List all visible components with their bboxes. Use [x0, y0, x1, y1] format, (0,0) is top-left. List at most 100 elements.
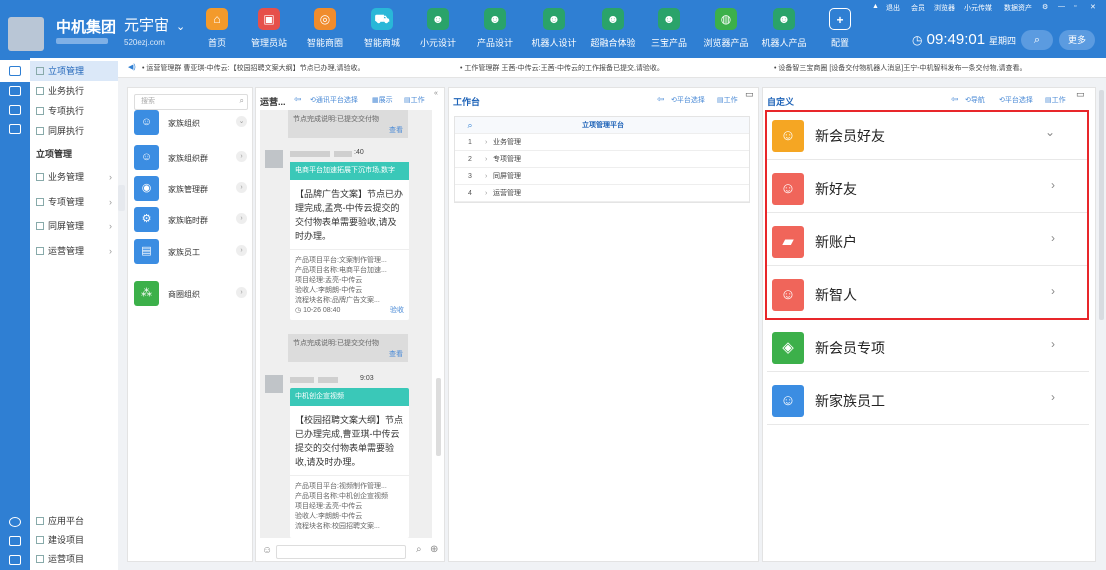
menu-item-screen-mgmt[interactable]: 同屏管理 › [30, 216, 118, 236]
chevron-right-icon[interactable]: › [1051, 390, 1055, 404]
menu-item-build-project[interactable]: 建设项目 [30, 530, 118, 550]
chat-input[interactable] [276, 545, 406, 559]
avatar[interactable] [265, 150, 283, 168]
nav-button[interactable]: ⟲导航 [965, 95, 985, 105]
screen-share-icon[interactable] [9, 124, 21, 134]
platform-select-button[interactable]: ⟲平台选择 [999, 95, 1033, 105]
logout-link[interactable]: 退出 [886, 3, 900, 13]
work-button[interactable]: ▤工作 [404, 95, 425, 105]
back-icon[interactable]: ⇦ [294, 94, 302, 105]
menu-item-ops-mgmt[interactable]: 运营管理 › [30, 241, 118, 261]
monitor-icon[interactable] [9, 105, 21, 115]
close-icon[interactable]: ✕ [1090, 3, 1096, 11]
message-card[interactable]: 电商平台加速拓展下沉市场,数字 【品牌广告文案】节点已办理完成,孟亮-中传云提交… [290, 162, 409, 320]
nav-8[interactable]: ☻ 三宝产品 [641, 8, 697, 49]
nav-0[interactable]: ⌂ 首页 [189, 8, 245, 49]
table-row[interactable]: 4 › 运营管理 [455, 185, 749, 202]
chevron-right-icon[interactable]: › [1051, 284, 1055, 298]
chevron-right-icon[interactable]: › [485, 168, 487, 185]
chevron-down-icon[interactable]: ⌄ [176, 20, 185, 33]
table-row[interactable]: 2 › 专项管理 [455, 151, 749, 168]
brand-name[interactable]: 元宇宙 [124, 14, 169, 35]
chevron-right-icon[interactable]: › [236, 245, 247, 256]
nav-5[interactable]: ☻ 产品设计 [467, 8, 523, 49]
chevron-right-icon[interactable]: › [485, 151, 487, 168]
view-link[interactable]: 查看 [389, 125, 403, 135]
nav-7[interactable]: ☻ 超融合体验 [585, 8, 641, 49]
menu-item-business-mgmt[interactable]: 业务管理 › [30, 167, 118, 187]
menu-item-screen-exec[interactable]: 同屏执行 [30, 121, 118, 141]
chat-scrollbar[interactable] [436, 378, 441, 456]
menu-item-business-exec[interactable]: 业务执行 [30, 81, 118, 101]
chevron-right-icon[interactable]: › [485, 134, 487, 151]
nav-4[interactable]: ☻ 小元设计 [410, 8, 466, 49]
custom-card[interactable]: ▰ 新账户 › [767, 216, 1089, 266]
custom-card[interactable]: ☺ 新智人 › [767, 269, 1089, 319]
family-item[interactable]: ⁂ 商圈组织 › [134, 281, 250, 311]
table-row[interactable]: 3 › 同屏管理 [455, 168, 749, 185]
operations-icon[interactable] [9, 555, 21, 565]
minimize-icon[interactable]: — [1058, 3, 1065, 10]
search-button[interactable]: ⌕ [1021, 30, 1053, 50]
collapse-icon[interactable]: « [434, 90, 438, 97]
custom-card[interactable]: ☺ 新会员好友 ⌄ [767, 110, 1089, 160]
maximize-icon[interactable]: ▭ [745, 89, 754, 100]
message-card[interactable]: 中机创企宣视频 【校园招聘文案大纲】节点已办理完成,曹亚琪-中传云提交的交付物表… [290, 388, 409, 538]
chevron-right-icon[interactable]: › [1051, 178, 1055, 192]
display-button[interactable]: ▦展示 [372, 95, 393, 105]
nav-6[interactable]: ☻ 机器人设计 [526, 8, 582, 49]
menu-item-special-mgmt[interactable]: 专项管理 › [30, 192, 118, 212]
accept-link[interactable]: 验收 [390, 306, 404, 316]
page-scrollbar[interactable] [1099, 90, 1104, 320]
app-platform-icon[interactable] [9, 517, 21, 527]
settings-icon[interactable]: ⚙ [1042, 3, 1048, 11]
ticker-item[interactable]: • 设备智三宝商圈 [设备交付物机器人消息]王宁-中机智科发布一条交付物,请查看… [774, 63, 1027, 73]
nav-11[interactable]: + 配置 [812, 8, 868, 49]
platform-select-button[interactable]: ⟲通讯平台选择 [310, 95, 358, 105]
restore-icon[interactable]: ▫ [1074, 3, 1076, 10]
group-avatar[interactable] [8, 17, 44, 51]
chevron-right-icon[interactable]: › [485, 185, 487, 202]
building-icon[interactable] [9, 536, 21, 546]
emoji-icon[interactable]: ☺ [262, 545, 272, 556]
nav-1[interactable]: ▣ 管理员站 [241, 8, 297, 49]
nav-3[interactable]: ⛟ 智能商城 [354, 8, 410, 49]
family-item[interactable]: ⚙ 家族临时群 › [134, 207, 250, 237]
browser-link[interactable]: 浏览器 [934, 3, 955, 13]
search-icon[interactable]: ⌕ [416, 544, 422, 555]
menu-item-ops-project[interactable]: 运营项目 [30, 549, 118, 569]
bell-icon[interactable]: ▲ [872, 3, 879, 10]
family-item[interactable]: ☺ 家族组织群 › [134, 145, 250, 175]
menu-item-special-exec[interactable]: 专项执行 [30, 101, 118, 121]
view-link[interactable]: 查看 [389, 349, 403, 359]
table-row[interactable]: 1 › 业务管理 [455, 134, 749, 151]
media-link[interactable]: 小元传媒 [964, 3, 992, 13]
work-button[interactable]: ▤工作 [717, 95, 738, 105]
platform-select-button[interactable]: ⟲平台选择 [671, 95, 705, 105]
family-item[interactable]: ▤ 家族员工 › [134, 239, 250, 269]
add-icon[interactable]: ⊕ [430, 544, 438, 555]
nav-10[interactable]: ☻ 机器人产品 [756, 8, 812, 49]
ticker-item[interactable]: • 运营管理群 曹亚琪-中传云:【校园招聘文案大纲】节点已办理,请验收。 [142, 63, 365, 73]
chevron-right-icon[interactable]: › [236, 182, 247, 193]
data-assets-link[interactable]: 数据资产 [1004, 3, 1032, 13]
back-icon[interactable]: ⇦ [951, 94, 959, 105]
custom-card[interactable]: ☺ 新好友 › [767, 163, 1089, 213]
chevron-right-icon[interactable]: ⌄ [1045, 125, 1055, 139]
nav-9[interactable]: ◍ 浏览器产品 [698, 8, 754, 49]
ticker-item[interactable]: • 工作管理群 王茜-中传云:王茜-中传云的工作报备已提交,请验收。 [460, 63, 664, 73]
member-link[interactable]: 会员 [911, 3, 925, 13]
document-icon[interactable] [9, 86, 21, 96]
avatar[interactable] [265, 375, 283, 393]
family-search-input[interactable]: 搜索 [134, 94, 248, 110]
chevron-right-icon[interactable]: ⌄ [236, 116, 247, 127]
more-button[interactable]: 更多 [1059, 30, 1095, 50]
custom-card[interactable]: ◈ 新会员专项 › [767, 322, 1089, 372]
maximize-icon[interactable]: ▭ [1076, 89, 1085, 100]
chevron-right-icon[interactable]: › [236, 151, 247, 162]
work-button[interactable]: ▤工作 [1045, 95, 1066, 105]
menu-item-project[interactable]: 立项管理 [30, 61, 118, 81]
chevron-right-icon[interactable]: › [1051, 231, 1055, 245]
collapse-handle[interactable] [118, 185, 125, 211]
custom-card[interactable]: ☺ 新家族员工 › [767, 375, 1089, 425]
